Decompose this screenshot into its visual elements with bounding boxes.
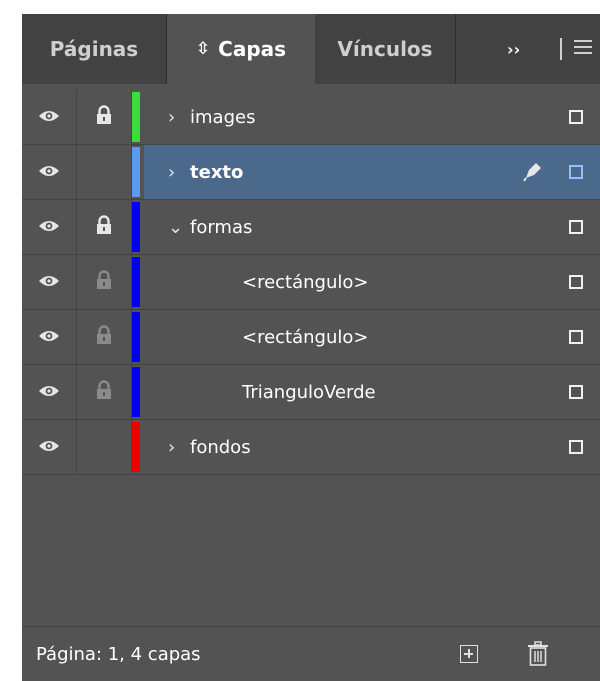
layer-color-swatch — [132, 367, 140, 417]
tab-label: Páginas — [49, 37, 139, 61]
select-target-square[interactable] — [569, 220, 583, 234]
layer-row[interactable]: › texto — [22, 145, 600, 200]
tab-label: Vínculos — [337, 37, 433, 61]
layer-list: › images › texto ⌄ formas <rectángulo> <rectáng… — [22, 90, 600, 475]
layer-color-swatch — [132, 422, 140, 472]
lock-icon — [95, 105, 113, 129]
layer-name: texto — [190, 161, 244, 183]
select-target-square[interactable] — [569, 110, 583, 124]
tab-paginas[interactable]: Páginas — [22, 14, 167, 84]
pen-icon — [522, 160, 544, 182]
select-target-square[interactable] — [569, 165, 583, 179]
lock-toggle[interactable] — [77, 145, 132, 199]
layers-panel: Páginas ⇳ Capas Vínculos ›› › images › text… — [22, 14, 600, 681]
visibility-toggle[interactable] — [22, 255, 77, 309]
lock-toggle[interactable] — [77, 255, 132, 309]
layer-row[interactable]: TrianguloVerde — [22, 365, 600, 420]
panel-footer: Página: 1, 4 capas — [22, 626, 600, 681]
tab-vinculos[interactable]: Vínculos — [315, 14, 456, 84]
page-layer-count: Página: 1, 4 capas — [36, 644, 201, 665]
layer-name: TrianguloVerde — [242, 381, 376, 403]
new-layer-button[interactable] — [460, 645, 478, 663]
layer-row[interactable]: › images — [22, 90, 600, 145]
chevron-right-icon[interactable]: › — [168, 420, 188, 474]
layer-color-swatch — [132, 92, 140, 142]
layer-name: <rectángulo> — [242, 271, 369, 293]
lock-icon — [95, 215, 113, 239]
eye-icon — [38, 108, 60, 127]
chevron-right-icon[interactable]: › — [168, 90, 188, 144]
layer-row-background — [144, 255, 600, 309]
panel-menu-icon[interactable] — [574, 40, 592, 58]
layer-name: fondos — [190, 436, 251, 458]
lock-toggle[interactable] — [77, 420, 132, 474]
visibility-toggle[interactable] — [22, 90, 77, 144]
tab-capas[interactable]: ⇳ Capas — [167, 14, 315, 84]
lock-toggle[interactable] — [77, 310, 132, 364]
lock-icon — [95, 325, 113, 349]
double-chevron-icon: ›› — [507, 39, 521, 59]
layer-row[interactable]: › fondos — [22, 420, 600, 475]
select-target-square[interactable] — [569, 330, 583, 344]
visibility-toggle[interactable] — [22, 365, 77, 419]
eye-icon — [38, 273, 60, 292]
lock-toggle[interactable] — [77, 90, 132, 144]
panel-tab-bar: Páginas ⇳ Capas Vínculos ›› — [22, 14, 600, 84]
chevron-right-icon[interactable]: › — [168, 145, 188, 199]
layer-row[interactable]: <rectángulo> — [22, 310, 600, 365]
delete-layer-icon[interactable] — [527, 641, 549, 667]
layer-color-swatch — [132, 312, 140, 362]
tab-label: Capas — [218, 37, 287, 61]
lock-icon — [95, 270, 113, 294]
eye-icon — [38, 218, 60, 237]
visibility-toggle[interactable] — [22, 145, 77, 199]
layer-color-swatch — [132, 147, 140, 197]
layer-row-background — [144, 310, 600, 364]
eye-icon — [38, 163, 60, 182]
layer-color-swatch — [132, 202, 140, 252]
select-target-square[interactable] — [569, 440, 583, 454]
select-target-square[interactable] — [569, 275, 583, 289]
layer-row[interactable]: ⌄ formas — [22, 200, 600, 255]
layer-row[interactable]: <rectángulo> — [22, 255, 600, 310]
lock-toggle[interactable] — [77, 200, 132, 254]
layer-color-swatch — [132, 257, 140, 307]
eye-icon — [38, 438, 60, 457]
layer-name: images — [190, 106, 256, 128]
lock-icon — [95, 380, 113, 404]
sort-arrows-icon: ⇳ — [195, 39, 211, 59]
more-tabs-button[interactable]: ›› — [507, 14, 520, 84]
divider — [560, 38, 562, 60]
layer-name: formas — [190, 216, 253, 238]
visibility-toggle[interactable] — [22, 310, 77, 364]
visibility-toggle[interactable] — [22, 200, 77, 254]
visibility-toggle[interactable] — [22, 420, 77, 474]
eye-icon — [38, 383, 60, 402]
layer-name: <rectángulo> — [242, 326, 369, 348]
eye-icon — [38, 328, 60, 347]
chevron-down-icon[interactable]: ⌄ — [168, 200, 188, 254]
lock-toggle[interactable] — [77, 365, 132, 419]
select-target-square[interactable] — [569, 385, 583, 399]
